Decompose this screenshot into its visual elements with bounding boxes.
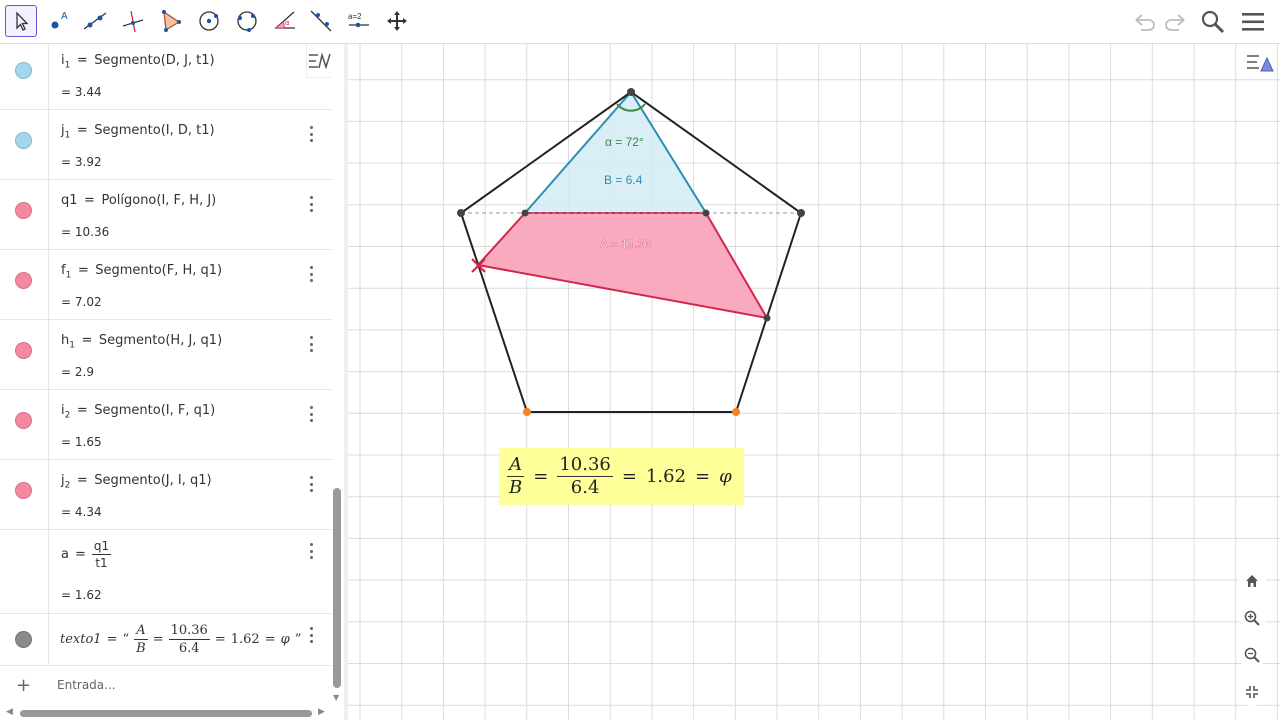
fullscreen-exit-icon[interactable] bbox=[1238, 678, 1266, 706]
scroll-left-icon[interactable]: ◀ bbox=[6, 707, 13, 717]
add-icon[interactable]: + bbox=[16, 675, 31, 696]
triangle-t1[interactable] bbox=[522, 90, 708, 214]
point-h[interactable] bbox=[763, 314, 771, 322]
algebra-row-h1[interactable]: h1 = Segmento(H, J, q1) = 2.9 bbox=[0, 320, 332, 390]
zoom-out-icon[interactable] bbox=[1238, 641, 1266, 669]
point-apex[interactable] bbox=[627, 88, 635, 96]
svg-text:A: A bbox=[61, 11, 68, 22]
row-menu-icon[interactable] bbox=[306, 406, 316, 422]
algebra-style-bar-icon[interactable] bbox=[306, 44, 332, 78]
circle-center-point-tool-icon[interactable] bbox=[193, 5, 225, 37]
algebra-row-value: = 1.62 bbox=[61, 588, 102, 602]
algebra-row-definition: i2 = Segmento(I, F, q1) bbox=[61, 403, 216, 421]
reflect-tool-icon[interactable] bbox=[305, 5, 337, 37]
algebra-row-value: = 4.34 bbox=[61, 505, 102, 519]
polygon-tool-icon[interactable] bbox=[155, 5, 187, 37]
triangle-area-label[interactable]: B = 6.4 bbox=[604, 173, 643, 187]
point-i[interactable] bbox=[521, 209, 529, 217]
input-bar[interactable]: + Entrada... bbox=[0, 665, 332, 700]
algebra-row-definition: j2 = Segmento(J, I, q1) bbox=[61, 473, 212, 491]
visibility-toggle-icon[interactable] bbox=[15, 631, 32, 648]
algebra-row-value: = 10.36 bbox=[61, 225, 110, 239]
row-menu-icon[interactable] bbox=[306, 266, 316, 282]
algebra-row-value: = 2.9 bbox=[61, 365, 94, 379]
row-menu-icon[interactable] bbox=[306, 543, 316, 559]
visibility-toggle-icon[interactable] bbox=[15, 132, 32, 149]
point-j[interactable] bbox=[702, 209, 710, 217]
algebra-row-i1[interactable]: i1 = Segmento(D, J, t1) = 3.44 bbox=[0, 44, 332, 110]
algebra-row-f1[interactable]: f1 = Segmento(F, H, q1) = 7.02 bbox=[0, 250, 332, 320]
zoom-in-icon[interactable] bbox=[1238, 604, 1266, 632]
perpendicular-line-tool-icon[interactable] bbox=[117, 5, 149, 37]
algebra-row-definition: a = q1 t1 bbox=[61, 539, 112, 570]
angle-tool-icon[interactable]: α bbox=[269, 5, 301, 37]
graphics-style-bar-icon[interactable] bbox=[1244, 48, 1276, 78]
visibility-toggle-icon[interactable] bbox=[15, 412, 32, 429]
algebra-row-definition: i1 = Segmento(D, J, t1) bbox=[61, 53, 215, 71]
visibility-toggle-icon[interactable] bbox=[15, 62, 32, 79]
algebra-row-value: = 7.02 bbox=[61, 295, 102, 309]
row-menu-icon[interactable] bbox=[306, 627, 316, 643]
algebra-row-value: = 3.44 bbox=[61, 85, 102, 99]
row-menu-icon[interactable] bbox=[306, 196, 316, 212]
algebra-text-definition: texto1 = “ AB = 10.36 6.4 = 1.62 = φ” bbox=[60, 623, 302, 656]
visibility-toggle-icon[interactable] bbox=[15, 342, 32, 359]
algebra-row-definition: q1 = Polígono(I, F, H, J) bbox=[61, 193, 217, 208]
algebra-row-j1[interactable]: j1 = Segmento(I, D, t1) = 3.92 bbox=[0, 110, 332, 180]
circle-three-points-tool-icon[interactable] bbox=[231, 5, 263, 37]
angle-label[interactable]: α = 72° bbox=[605, 135, 644, 149]
point-tool-icon[interactable]: A bbox=[43, 5, 75, 37]
slider-tool-label: a=2 bbox=[348, 12, 362, 21]
graphics-view[interactable]: α = 72° B = 6.4 A = 10.36 AB = 10.36 6.4 … bbox=[348, 44, 1280, 720]
visibility-toggle-icon[interactable] bbox=[15, 482, 32, 499]
undo-icon[interactable] bbox=[1130, 7, 1160, 37]
move-graphics-view-tool-icon[interactable] bbox=[381, 5, 413, 37]
algebra-row-i2[interactable]: i2 = Segmento(I, F, q1) = 1.65 bbox=[0, 390, 332, 460]
move-tool-icon[interactable] bbox=[5, 5, 37, 37]
row-menu-icon[interactable] bbox=[306, 126, 316, 142]
algebra-horizontal-scrollbar[interactable] bbox=[20, 710, 312, 717]
algebra-row-definition: f1 = Segmento(F, H, q1) bbox=[61, 263, 223, 281]
polygon-q1[interactable] bbox=[476, 212, 769, 320]
grid bbox=[348, 44, 1280, 720]
scroll-down-icon[interactable]: ▼ bbox=[333, 693, 339, 702]
point-right[interactable] bbox=[797, 209, 805, 217]
algebra-row-value: = 3.92 bbox=[61, 155, 102, 169]
golden-ratio-text[interactable]: AB = 10.36 6.4 = 1.62 = φ bbox=[499, 448, 744, 505]
visibility-toggle-icon[interactable] bbox=[15, 272, 32, 289]
slider-tool-icon[interactable]: a=2 bbox=[343, 5, 375, 37]
point-bottom-left[interactable] bbox=[523, 408, 531, 416]
point-bottom-right[interactable] bbox=[732, 408, 740, 416]
algebra-vertical-scrollbar[interactable] bbox=[333, 488, 341, 688]
line-tool-icon[interactable] bbox=[79, 5, 111, 37]
algebra-row-definition: h1 = Segmento(H, J, q1) bbox=[61, 333, 223, 351]
algebra-row-q1[interactable]: q1 = Polígono(I, F, H, J) = 10.36 bbox=[0, 180, 332, 250]
menu-icon[interactable] bbox=[1238, 7, 1268, 37]
row-menu-icon[interactable] bbox=[306, 476, 316, 492]
row-menu-icon[interactable] bbox=[306, 336, 316, 352]
polygon-area-label[interactable]: A = 10.36 bbox=[600, 237, 652, 251]
algebra-row-a[interactable]: a = q1 t1 = 1.62 bbox=[0, 530, 332, 614]
graphics-canvas[interactable]: α = 72° B = 6.4 A = 10.36 bbox=[348, 44, 1280, 720]
toolbar: A α a=2 bbox=[0, 0, 1280, 44]
scroll-right-icon[interactable]: ▶ bbox=[318, 707, 325, 717]
algebra-view: i1 = Segmento(D, J, t1) = 3.44 j1 = Segmen… bbox=[0, 44, 332, 700]
visibility-toggle-icon[interactable] bbox=[15, 202, 32, 219]
algebra-row-j2[interactable]: j2 = Segmento(J, I, q1) = 4.34 bbox=[0, 460, 332, 530]
algebra-row-value: = 1.65 bbox=[61, 435, 102, 449]
input-placeholder: Entrada... bbox=[57, 678, 116, 692]
home-icon[interactable] bbox=[1238, 567, 1266, 595]
svg-text:α: α bbox=[285, 19, 290, 27]
search-icon[interactable] bbox=[1198, 7, 1228, 37]
algebra-row-texto1[interactable]: texto1 = “ AB = 10.36 6.4 = 1.62 = φ” bbox=[0, 614, 332, 665]
algebra-row-definition: j1 = Segmento(I, D, t1) bbox=[61, 123, 215, 141]
point-left[interactable] bbox=[457, 209, 465, 217]
redo-icon[interactable] bbox=[1160, 7, 1190, 37]
